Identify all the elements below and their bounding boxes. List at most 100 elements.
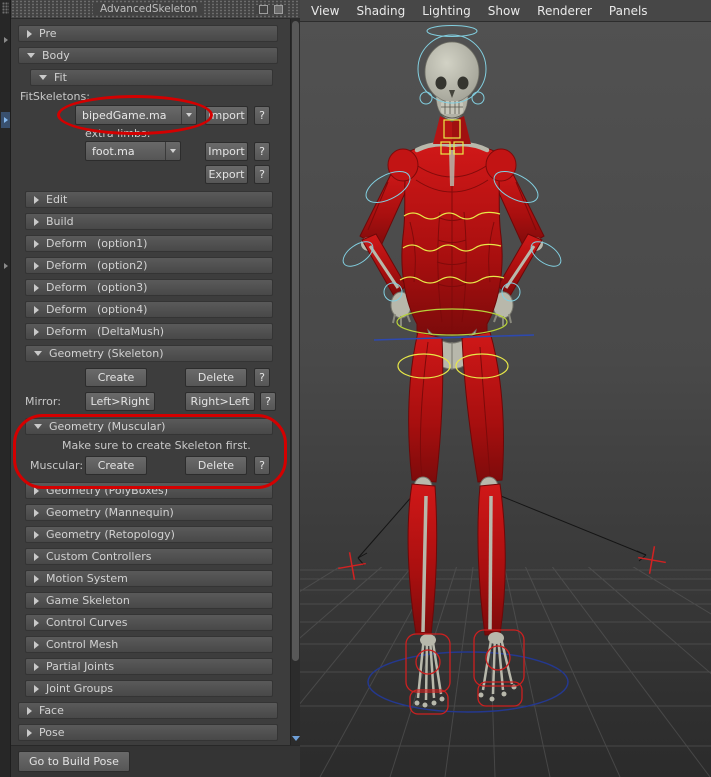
import-skeleton-button[interactable]: Import: [205, 105, 248, 125]
section-header-fit[interactable]: Fit: [30, 69, 273, 86]
left-dock-strip: [0, 0, 11, 777]
section-header-deform-option2[interactable]: Deform (option2): [25, 257, 273, 274]
expand-arrow-icon: [3, 263, 8, 269]
section-label: Joint Groups: [46, 682, 114, 695]
viewport-canvas[interactable]: [300, 22, 711, 777]
create-skeleton-button[interactable]: Create: [85, 368, 147, 387]
help-button[interactable]: ?: [260, 392, 276, 411]
delete-skeleton-button[interactable]: Delete: [185, 368, 247, 387]
import-limbs-button[interactable]: Import: [205, 141, 248, 161]
section-header-geometry-muscular[interactable]: Geometry (Muscular): [25, 418, 273, 435]
extra-limbs-label: extra limbs:: [85, 127, 151, 140]
section-label: Control Curves: [46, 616, 128, 629]
collapsed-arrow-icon: [34, 530, 39, 539]
collapsed-arrow-icon: [34, 618, 39, 627]
extra-limbs-row: foot.ma Import ?: [85, 141, 286, 161]
expanded-arrow-icon: [34, 424, 42, 429]
go-to-build-pose-button[interactable]: Go to Build Pose: [18, 751, 130, 772]
section-label: Deform: [46, 259, 87, 272]
section-label: Geometry (PolyBoxes): [46, 484, 169, 497]
menu-panels[interactable]: Panels: [609, 4, 648, 18]
menu-view[interactable]: View: [311, 4, 339, 18]
section-header-pose[interactable]: Pose: [18, 724, 278, 741]
dock-grip-icon[interactable]: [2, 2, 9, 14]
section-sublabel: (option1): [97, 237, 148, 250]
section-header-edit[interactable]: Edit: [25, 191, 273, 208]
collapsed-arrow-icon: [34, 261, 39, 270]
extra-limbs-value: foot.ma: [92, 144, 135, 158]
create-muscular-button[interactable]: Create: [85, 456, 147, 475]
section-header-game-skeleton[interactable]: Game Skeleton: [25, 592, 273, 609]
section-label: Deform: [46, 303, 87, 316]
expand-arrow-icon: [3, 37, 8, 43]
section-label: Build: [46, 215, 74, 228]
help-button[interactable]: ?: [254, 456, 270, 475]
menu-lighting[interactable]: Lighting: [422, 4, 471, 18]
section-header-geometry-retopology[interactable]: Geometry (Retopology): [25, 526, 273, 543]
scroll-down-button[interactable]: [291, 732, 300, 744]
sternum-bone: [449, 150, 455, 186]
help-button[interactable]: ?: [254, 105, 270, 125]
section-header-joint-groups[interactable]: Joint Groups: [25, 680, 273, 697]
section-header-partial-joints[interactable]: Partial Joints: [25, 658, 273, 675]
section-header-custom-controllers[interactable]: Custom Controllers: [25, 548, 273, 565]
collapsed-arrow-icon: [34, 662, 39, 671]
section-header-pre[interactable]: Pre: [18, 25, 278, 42]
scrollbar-thumb[interactable]: [292, 21, 299, 661]
export-button[interactable]: Export: [205, 165, 248, 184]
collapsed-arrow-icon: [27, 29, 32, 38]
section-header-build[interactable]: Build: [25, 213, 273, 230]
extra-limbs-dropdown[interactable]: foot.ma: [85, 141, 181, 161]
panel-titlebar[interactable]: AdvancedSkeleton: [11, 0, 300, 19]
section-label: Custom Controllers: [46, 550, 152, 563]
section-header-deform-option4[interactable]: Deform (option4): [25, 301, 273, 318]
section-header-control-curves[interactable]: Control Curves: [25, 614, 273, 631]
panel-bottom-bar: Go to Build Pose: [11, 745, 300, 777]
section-header-deform-option1[interactable]: Deform (option1): [25, 235, 273, 252]
section-header-geometry-mannequin[interactable]: Geometry (Mannequin): [25, 504, 273, 521]
section-label: Body: [42, 49, 70, 62]
expanded-arrow-icon: [34, 351, 42, 356]
section-label: Control Mesh: [46, 638, 119, 651]
viewport-panel[interactable]: View Shading Lighting Show Renderer Pane…: [300, 0, 711, 777]
section-header-face[interactable]: Face: [18, 702, 278, 719]
advancedskeleton-panel: AdvancedSkeleton Pre Body Fit FitSkeleto…: [11, 0, 300, 777]
delete-muscular-button[interactable]: Delete: [185, 456, 247, 475]
right-left-button[interactable]: Right>Left: [185, 392, 255, 411]
section-label: Deform: [46, 325, 87, 338]
collapsed-arrow-icon: [34, 508, 39, 517]
section-header-geometry-polyboxes[interactable]: Geometry (PolyBoxes): [25, 482, 273, 499]
section-header-deform-deltamush[interactable]: Deform (DeltaMush): [25, 323, 273, 340]
section-header-geometry-skeleton[interactable]: Geometry (Skeleton): [25, 345, 273, 362]
menu-shading[interactable]: Shading: [356, 4, 405, 18]
section-header-body[interactable]: Body: [18, 47, 278, 64]
section-sublabel: (option4): [97, 303, 148, 316]
collapsed-panel-tab-active[interactable]: [1, 112, 10, 128]
help-button[interactable]: ?: [254, 165, 270, 184]
viewport-background: [300, 22, 711, 777]
float-panel-icon[interactable]: [259, 4, 268, 14]
left-right-button[interactable]: Left>Right: [85, 392, 155, 411]
collapsed-panel-tab[interactable]: [1, 258, 10, 274]
section-header-motion-system[interactable]: Motion System: [25, 570, 273, 587]
section-header-deform-option3[interactable]: Deform (option3): [25, 279, 273, 296]
collapsed-panel-tab[interactable]: [1, 32, 10, 48]
dock-panel-icon[interactable]: [274, 4, 283, 14]
help-button[interactable]: ?: [254, 368, 270, 387]
fitskeleton-dropdown[interactable]: bipedGame.ma: [75, 105, 197, 125]
section-label: Pose: [39, 726, 65, 739]
section-sublabel: (option2): [97, 259, 148, 272]
section-header-control-mesh[interactable]: Control Mesh: [25, 636, 273, 653]
help-button[interactable]: ?: [254, 141, 270, 161]
collapsed-arrow-icon: [34, 305, 39, 314]
section-label: Game Skeleton: [46, 594, 130, 607]
collapsed-arrow-icon: [34, 574, 39, 583]
fitskeletons-label: FitSkeletons:: [20, 90, 90, 103]
menu-show[interactable]: Show: [488, 4, 520, 18]
dropdown-arrow-icon: [165, 142, 180, 160]
section-label: Deform: [46, 237, 87, 250]
panel-scrollbar[interactable]: [290, 19, 300, 745]
menu-renderer[interactable]: Renderer: [537, 4, 592, 18]
expanded-arrow-icon: [39, 75, 47, 80]
section-label: Motion System: [46, 572, 128, 585]
